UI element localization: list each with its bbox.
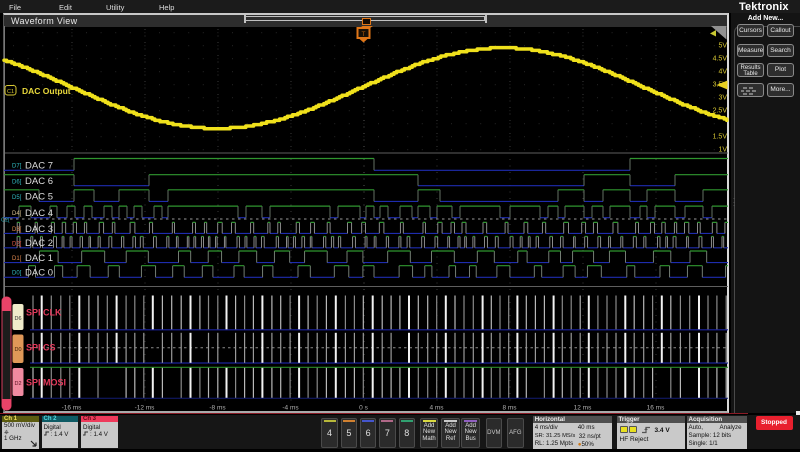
- svg-text:DAC 4: DAC 4: [25, 208, 53, 219]
- svg-text:D0[: D0[: [12, 271, 22, 277]
- svg-text:C2[: C2[: [1, 218, 10, 224]
- svg-text:5V: 5V: [718, 43, 727, 50]
- svg-text:0 s: 0 s: [359, 405, 368, 412]
- svg-text:D4[: D4[: [12, 211, 22, 217]
- svg-text:DAC 1: DAC 1: [25, 253, 53, 264]
- svg-text:D1[: D1[: [12, 256, 22, 262]
- svg-text:DAC 6: DAC 6: [25, 176, 53, 187]
- svg-text:D7[: D7[: [12, 164, 22, 170]
- svg-text:C1: C1: [7, 89, 14, 95]
- svg-text:4.5V: 4.5V: [713, 56, 728, 63]
- svg-text:8 ms: 8 ms: [502, 405, 517, 412]
- svg-text:DAC 2: DAC 2: [25, 238, 53, 249]
- svg-text:-12 ms: -12 ms: [135, 405, 156, 412]
- svg-text:D3[: D3[: [12, 227, 22, 233]
- svg-text:DAC 0: DAC 0: [25, 268, 53, 279]
- svg-text:D5[: D5[: [12, 195, 22, 201]
- svg-text:SPI CS: SPI CS: [26, 343, 56, 353]
- svg-text:D6: D6: [14, 316, 21, 322]
- svg-text:12 ms: 12 ms: [574, 405, 592, 412]
- svg-text:4 ms: 4 ms: [429, 405, 444, 412]
- svg-text:D6[: D6[: [12, 179, 22, 185]
- svg-text:2.5V: 2.5V: [713, 108, 728, 115]
- svg-text:D0: D0: [14, 347, 21, 353]
- svg-text:3V: 3V: [718, 95, 727, 102]
- svg-text:1.5V: 1.5V: [713, 134, 728, 141]
- svg-text:4V: 4V: [718, 69, 727, 76]
- svg-text:SPI CLK: SPI CLK: [26, 308, 62, 318]
- svg-text:-8 ms: -8 ms: [209, 405, 226, 412]
- svg-text:D2: D2: [14, 381, 21, 387]
- svg-text:-4 ms: -4 ms: [282, 405, 299, 412]
- svg-text:D2[: D2[: [12, 241, 22, 247]
- svg-text:1V: 1V: [718, 147, 727, 154]
- svg-text:-16 ms: -16 ms: [62, 405, 83, 412]
- svg-text:SPI MOSI: SPI MOSI: [26, 378, 66, 388]
- svg-text:T: T: [362, 31, 366, 38]
- svg-text:16 ms: 16 ms: [647, 405, 665, 412]
- svg-text:DAC 3: DAC 3: [25, 224, 53, 235]
- svg-text:DAC 5: DAC 5: [25, 192, 53, 203]
- svg-text:DAC Output: DAC Output: [22, 86, 71, 96]
- svg-text:DAC 7: DAC 7: [25, 160, 53, 171]
